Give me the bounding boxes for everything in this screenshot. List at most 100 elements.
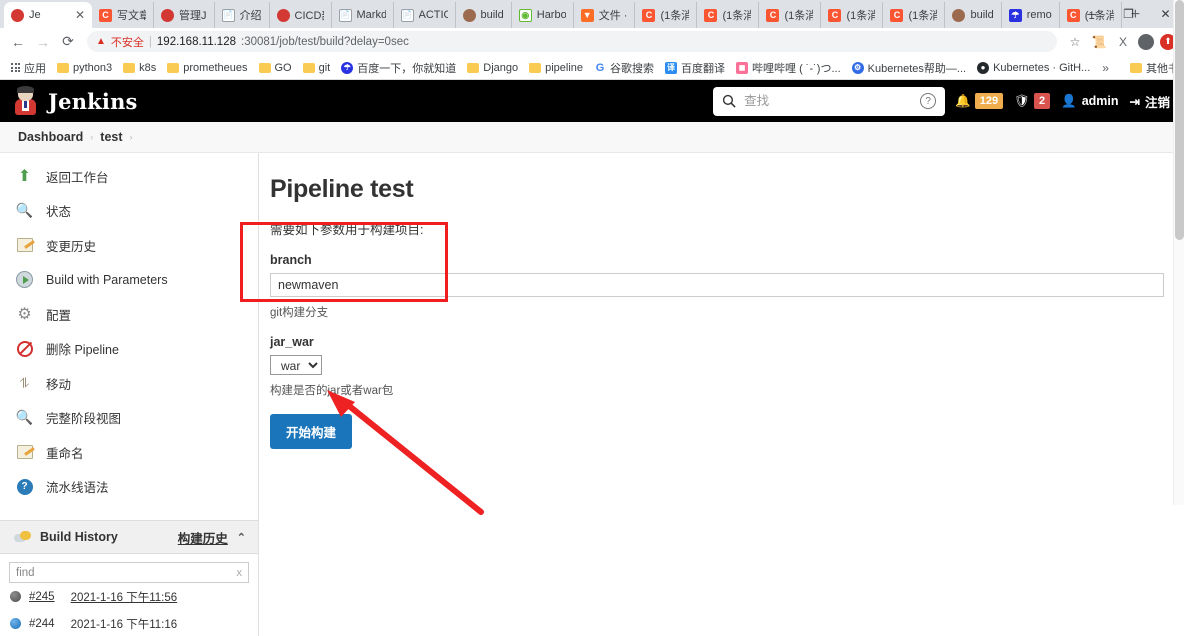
tab-label: (1条消 <box>722 10 752 22</box>
help-icon[interactable]: ? <box>920 93 937 109</box>
extension-puzzle-icon[interactable]: 📜 <box>1090 33 1108 51</box>
magnifier-icon: 🔍 <box>15 409 34 426</box>
question-circle-icon: ? <box>14 476 35 497</box>
scrollbar-thumb[interactable] <box>1175 0 1184 240</box>
browser-tab-0[interactable]: Je ✕ <box>4 2 92 28</box>
chevron-up-icon[interactable]: ⌃ <box>237 531 246 544</box>
browser-tab-8[interactable]: ◉ Harbo <box>512 2 574 28</box>
security-count-badge: 2 <box>1033 93 1051 109</box>
clear-find-icon[interactable]: x <box>237 567 243 579</box>
jenkins-search-box[interactable]: ? <box>713 86 946 116</box>
user-menu-button[interactable]: 👤 admin <box>1061 94 1118 109</box>
sidebar-item-delete-pipeline[interactable]: 删除 Pipeline <box>0 332 258 367</box>
build-history-find-input[interactable]: find x <box>9 562 249 583</box>
profile-avatar-icon[interactable] <box>1138 33 1154 50</box>
magnifier-icon: 🔍 <box>15 202 34 219</box>
tab-label: CICD部 <box>294 10 324 22</box>
bookmark-apps[interactable]: 应用 <box>7 58 50 78</box>
build-number-link[interactable]: #244 <box>29 618 55 630</box>
browser-tab-13[interactable]: C (1条消 <box>821 2 884 28</box>
logout-button[interactable]: ⇥ 注销 <box>1130 92 1171 111</box>
tab-label: (1条消 <box>908 10 938 22</box>
browser-tab-14[interactable]: C (1条消 <box>883 2 946 28</box>
baidu-icon: ☂ <box>341 61 354 74</box>
build-history-title: Build History <box>40 530 118 544</box>
sidebar-item-change-history[interactable]: 变更历史 <box>0 228 258 263</box>
main-content: Pipeline test 需要如下参数用于构建项目: branch git构建… <box>240 153 1184 636</box>
bookmark-django[interactable]: Django <box>463 60 522 76</box>
build-history-link[interactable]: 构建历史 <box>178 528 228 547</box>
jar-war-select[interactable]: war jar <box>270 355 322 375</box>
bookmark-label: 哔哩哔哩 ( ˙-˙)つ... <box>752 62 841 75</box>
tab-close-icon[interactable]: ✕ <box>75 8 85 22</box>
address-bar[interactable]: ▲ 不安全 | 192.168.11.128:30081/job/test/bu… <box>87 31 1057 52</box>
parameter-help-text: 构建是否的jar或者war包 <box>270 385 394 397</box>
bookmark-pipeline[interactable]: pipeline <box>525 60 587 76</box>
browser-tab-11[interactable]: C (1条消 <box>697 2 760 28</box>
back-button[interactable]: ← <box>8 32 28 52</box>
document-favicon-icon: 📄 <box>400 8 414 22</box>
browser-tab-4[interactable]: CICD部 <box>270 2 332 28</box>
bookmarks-overflow-button[interactable]: » <box>1097 61 1114 75</box>
maximize-button[interactable]: ❐ <box>1110 0 1147 28</box>
browser-tab-10[interactable]: C (1条消 <box>635 2 698 28</box>
reload-button[interactable]: ⟳ <box>58 32 78 52</box>
breadcrumb-item-dashboard[interactable]: Dashboard <box>18 130 83 144</box>
bookmark-python3[interactable]: python3 <box>53 60 116 76</box>
build-date-link[interactable]: 2021-1-16 下午11:16 <box>71 616 178 632</box>
sidebar-item-move[interactable]: ⥮ 移动 <box>0 366 258 401</box>
bookmark-kubernetes-github[interactable]: ● Kubernetes · GitH... <box>973 60 1094 76</box>
page-scrollbar[interactable] <box>1173 0 1184 505</box>
sidebar-item-build-with-parameters[interactable]: Build with Parameters <box>0 263 258 298</box>
notifications-button[interactable]: 🔔 129 <box>955 93 1004 109</box>
sidebar-item-status[interactable]: 🔍 状态 <box>0 194 258 229</box>
parameter-help-text: git构建分支 <box>270 307 329 319</box>
sidebar-item-rename[interactable]: 重命名 <box>0 435 258 470</box>
page-title: Pipeline test <box>270 175 414 203</box>
url-host: 192.168.11.128 <box>156 35 236 48</box>
browser-tab-bar: Je ✕ C 写文章 管理J 📄 介绍 CICD部 📄 Markd 📄 ACTI… <box>0 0 1184 28</box>
branch-input[interactable] <box>270 273 1164 297</box>
browser-tab-6[interactable]: 📄 ACTIO <box>394 2 456 28</box>
bookmark-kubernetes-docs[interactable]: ⚙ Kubernetes帮助—... <box>848 58 970 78</box>
browser-tab-7[interactable]: build <box>456 2 512 28</box>
csdn-favicon-icon: C <box>704 8 718 22</box>
browser-tab-2[interactable]: 管理J <box>154 2 215 28</box>
browser-tab-15[interactable]: build <box>945 2 1002 28</box>
browser-tab-12[interactable]: C (1条消 <box>759 2 822 28</box>
build-number-link[interactable]: #245 <box>29 591 55 603</box>
minimize-button[interactable]: ─ <box>1073 0 1110 28</box>
sidebar-item-pipeline-syntax[interactable]: ? 流水线语法 <box>0 470 258 505</box>
bookmark-bilibili[interactable]: ◼ 哔哩哔哩 ( ˙-˙)つ... <box>732 58 845 78</box>
sidebar-item-full-stage-view[interactable]: 🔍 完整阶段视图 <box>0 401 258 436</box>
sidebar-item-configure[interactable]: ⚙ 配置 <box>0 297 258 332</box>
build-history-row[interactable]: #245 2021-1-16 下午11:56 <box>0 583 258 610</box>
extension-x-icon[interactable]: X <box>1114 33 1132 51</box>
browser-tab-3[interactable]: 📄 介绍 <box>215 2 270 28</box>
search-input[interactable] <box>744 94 913 108</box>
folder-icon <box>57 62 69 73</box>
forward-button[interactable]: → <box>33 32 53 52</box>
build-date-link[interactable]: 2021-1-16 下午11:56 <box>71 589 178 605</box>
breadcrumb-item-test[interactable]: test <box>100 130 122 144</box>
build-history-row[interactable]: #244 2021-1-16 下午11:16 <box>0 610 258 636</box>
browser-tab-9[interactable]: ▼ 文件 · <box>574 2 636 28</box>
browser-tab-16[interactable]: ☂ remo <box>1002 2 1060 28</box>
bookmark-star-icon[interactable]: ☆ <box>1066 33 1084 51</box>
security-warnings-button[interactable]: 🛡 2 <box>1014 93 1051 109</box>
bookmark-git[interactable]: git <box>299 60 335 76</box>
bookmark-prometheues[interactable]: prometheues <box>163 60 251 76</box>
bookmark-google-search[interactable]: G 谷歌搜索 <box>590 58 658 78</box>
bookmark-baidu[interactable]: ☂ 百度一下，你就知道 <box>337 58 460 78</box>
jenkins-logo-link[interactable]: Jenkins <box>14 86 138 115</box>
bookmark-go[interactable]: GO <box>255 60 296 76</box>
bookmark-baidu-fanyi[interactable]: 译 百度翻译 <box>661 58 729 78</box>
browser-tab-5[interactable]: 📄 Markd <box>332 2 394 28</box>
browser-tab-1[interactable]: C 写文章 <box>92 2 154 28</box>
bookmark-k8s[interactable]: k8s <box>119 60 160 76</box>
sidebar-item-back-to-dashboard[interactable]: ⬆ 返回工作台 <box>0 159 258 194</box>
start-build-button[interactable]: 开始构建 <box>270 414 353 449</box>
bookmark-label: Kubernetes · GitH... <box>993 61 1091 74</box>
tab-label: 文件 · <box>598 10 628 22</box>
gear-icon: ⚙ <box>17 306 32 324</box>
